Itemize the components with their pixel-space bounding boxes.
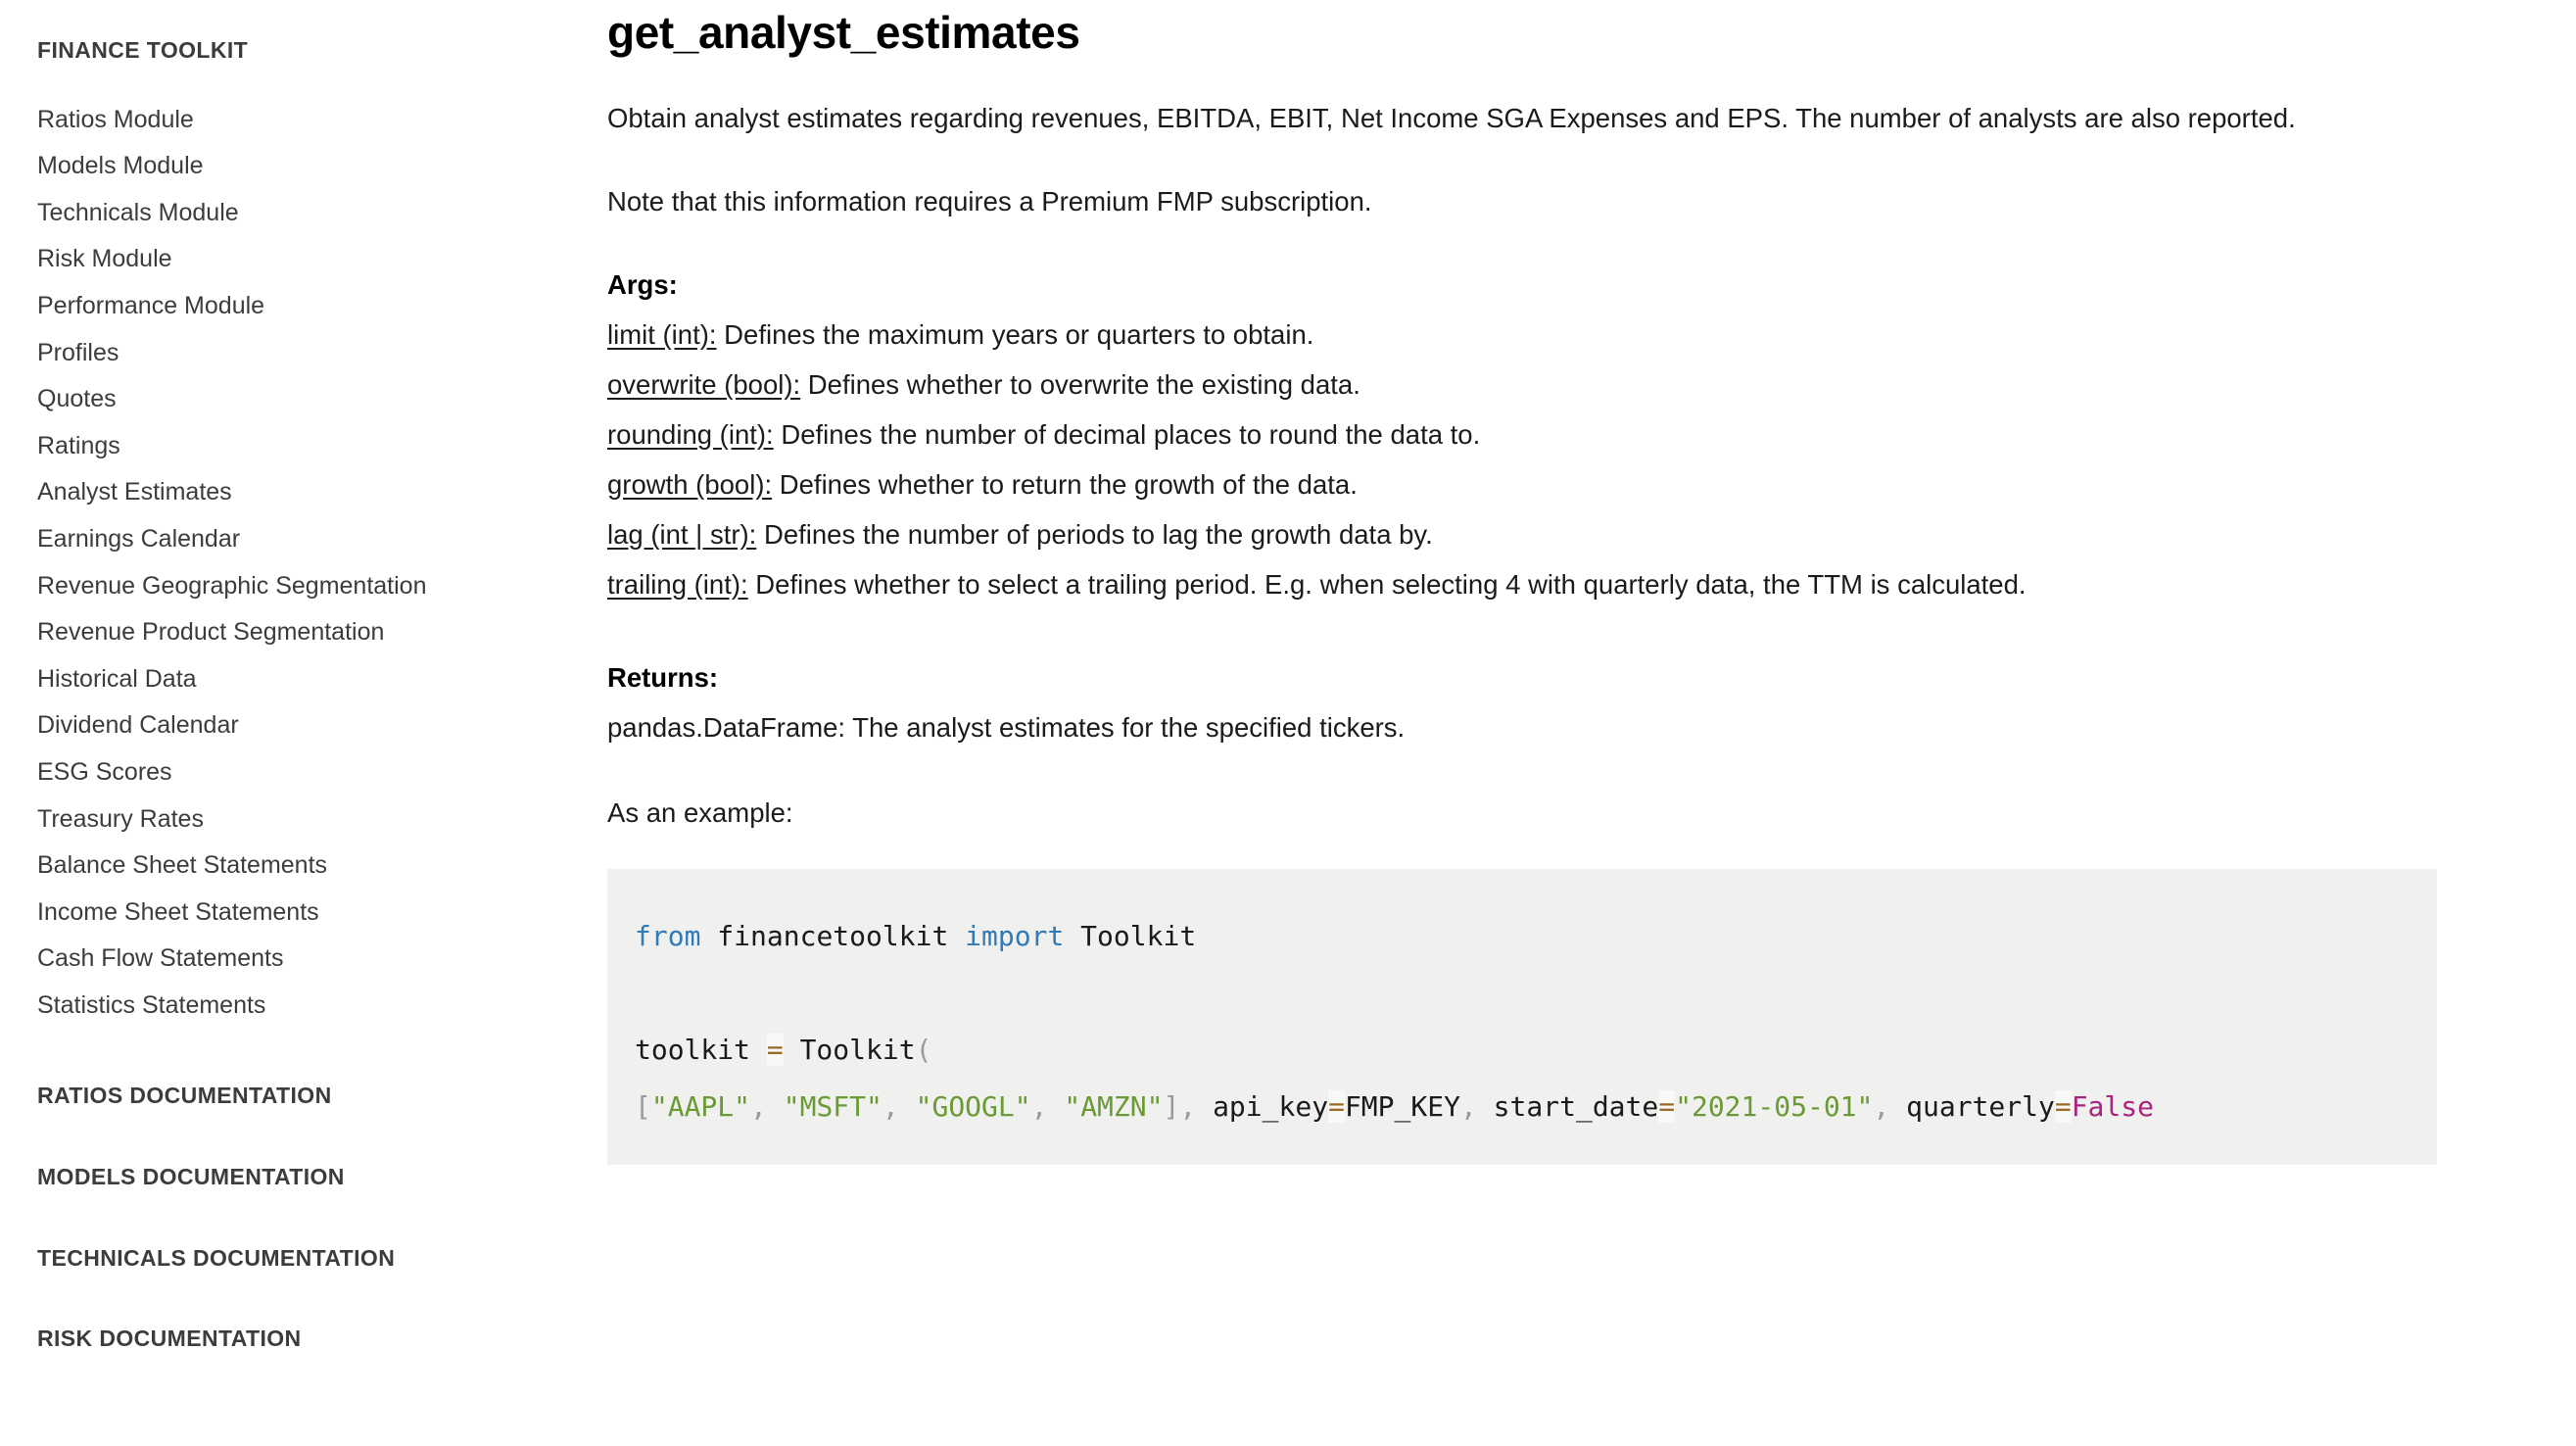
code-token-punc: , (1873, 1089, 1890, 1123)
code-token-op: = (1658, 1089, 1676, 1123)
arg-desc-lag: Defines the number of periods to lag the… (763, 518, 1433, 550)
code-tokens: from financetoolkit import Toolkit toolk… (635, 920, 2154, 1123)
code-token-str: "AMZN" (1064, 1089, 1164, 1123)
sidebar-item-revenue-product-segmentation[interactable]: Revenue Product Segmentation (37, 609, 588, 656)
arg-item-overwrite: overwrite (bool): Defines whether to ove… (607, 360, 2370, 410)
sidebar-item-income-sheet-statements[interactable]: Income Sheet Statements (37, 890, 588, 937)
arg-item-growth: growth (bool): Defines whether to return… (607, 459, 2370, 509)
code-token-bool: False (2071, 1089, 2154, 1123)
arg-name-limit: limit (int): (607, 318, 717, 350)
sidebar-item-ratios-module[interactable]: Ratios Module (37, 97, 588, 144)
sidebar-item-revenue-geographic-segmentation[interactable]: Revenue Geographic Segmentation (37, 563, 588, 610)
code-block-content[interactable]: from financetoolkit import Toolkit toolk… (635, 908, 2409, 1135)
sidebar-item-models-module[interactable]: Models Module (37, 143, 588, 190)
returns-description: pandas.DataFrame: The analyst estimates … (607, 711, 1406, 743)
arg-item-trailing: trailing (int): Defines whether to selec… (607, 559, 2370, 609)
code-token-plain: financetoolkit (700, 919, 966, 952)
sidebar-item-statistics-statements[interactable]: Statistics Statements (37, 983, 588, 1030)
code-token-plain: FMP_KEY (1344, 1089, 1460, 1123)
code-token-str: "GOOGL" (915, 1089, 1031, 1123)
arg-name-overwrite: overwrite (bool): (607, 368, 801, 400)
sidebar-section-models-documentation[interactable]: MODELS DOCUMENTATION (37, 1164, 588, 1191)
code-token-plain: quarterly (1889, 1089, 2055, 1123)
arg-desc-overwrite: Defines whether to overwrite the existin… (807, 368, 1360, 400)
sidebar-item-esg-scores[interactable]: ESG Scores (37, 749, 588, 796)
sidebar-item-historical-data[interactable]: Historical Data (37, 656, 588, 703)
arg-desc-rounding: Defines the number of decimal places to … (781, 418, 1481, 450)
args-heading: Args: (607, 268, 678, 300)
sidebar-item-analyst-estimates[interactable]: Analyst Estimates (37, 469, 588, 516)
code-token-op: = (766, 1033, 784, 1066)
returns-heading: Returns: (607, 661, 719, 693)
code-token-kw: from (635, 919, 701, 952)
code-token-op: = (2054, 1089, 2072, 1123)
sidebar-item-profiles[interactable]: Profiles (37, 330, 588, 377)
example-label: As an example: (607, 796, 793, 828)
arg-item-lag: lag (int | str): Defines the number of p… (607, 509, 2370, 559)
code-token-str: "MSFT" (783, 1089, 883, 1123)
code-token-punc: , (750, 1089, 767, 1123)
arg-name-growth: growth (bool): (607, 468, 773, 500)
sidebar-title-finance-toolkit: FINANCE TOOLKIT (37, 37, 249, 63)
code-token-punc: , (1179, 1089, 1197, 1123)
documentation-page: FINANCE TOOLKIT Ratios Module Models Mod… (0, 0, 2576, 1446)
code-token-plain: api_key (1196, 1089, 1329, 1123)
code-token-punc: [ (635, 1089, 651, 1123)
code-token-punc: , (1030, 1089, 1048, 1123)
sidebar-section-risk-documentation[interactable]: RISK DOCUMENTATION (37, 1326, 588, 1353)
sidebar-item-cash-flow-statements[interactable]: Cash Flow Statements (37, 936, 588, 983)
sidebar-nav-list: Ratios Module Models Module Technicals M… (37, 97, 588, 1030)
arg-name-lag: lag (int | str): (607, 518, 757, 550)
sidebar-item-performance-module[interactable]: Performance Module (37, 283, 588, 330)
sidebar: FINANCE TOOLKIT Ratios Module Models Mod… (0, 0, 588, 1446)
code-token-kw: import (965, 919, 1065, 952)
sidebar-item-risk-module[interactable]: Risk Module (37, 236, 588, 283)
arg-desc-limit: Defines the maximum years or quarters to… (724, 318, 1314, 350)
code-token-plain: Toolkit (783, 1033, 916, 1066)
arg-item-rounding: rounding (int): Defines the number of de… (607, 410, 2370, 459)
arg-name-trailing: trailing (int): (607, 568, 748, 600)
sidebar-item-earnings-calendar[interactable]: Earnings Calendar (37, 516, 588, 563)
premium-note-paragraph: Note that this information requires a Pr… (607, 185, 1372, 217)
sidebar-item-ratings[interactable]: Ratings (37, 423, 588, 470)
sidebar-section-technicals-documentation[interactable]: TECHNICALS DOCUMENTATION (37, 1245, 588, 1273)
code-token-str: "AAPL" (650, 1089, 751, 1123)
code-token-punc: , (1459, 1089, 1477, 1123)
code-token-op: = (1328, 1089, 1345, 1123)
sidebar-section-ratios-documentation[interactable]: RATIOS DOCUMENTATION (37, 1083, 588, 1110)
code-token-punc: , (882, 1089, 899, 1123)
sidebar-item-quotes[interactable]: Quotes (37, 376, 588, 423)
sidebar-item-dividend-calendar[interactable]: Dividend Calendar (37, 702, 588, 749)
code-token-punc: ( (915, 1033, 932, 1066)
code-token-plain: toolkit (635, 1033, 767, 1066)
code-token-str: "2021-05-01" (1675, 1089, 1874, 1123)
arg-desc-trailing: Defines whether to select a trailing per… (755, 568, 2027, 600)
code-token-plain: Toolkit (1080, 919, 1197, 952)
code-token-plain: start_date (1476, 1089, 1659, 1123)
sidebar-item-treasury-rates[interactable]: Treasury Rates (37, 796, 588, 844)
sidebar-item-balance-sheet-statements[interactable]: Balance Sheet Statements (37, 843, 588, 890)
arg-item-limit: limit (int): Defines the maximum years o… (607, 310, 2370, 360)
args-list: limit (int): Defines the maximum years o… (607, 310, 2458, 609)
intro-paragraph: Obtain analyst estimates regarding reven… (607, 102, 2296, 133)
main-content: get_analyst_estimates Obtain analyst est… (588, 0, 2576, 1446)
arg-name-rounding: rounding (int): (607, 418, 774, 450)
page-title: get_analyst_estimates (607, 7, 1080, 58)
code-block[interactable]: from financetoolkit import Toolkit toolk… (607, 868, 2437, 1165)
arg-desc-growth: Defines whether to return the growth of … (779, 468, 1358, 500)
code-token-punc: ] (1163, 1089, 1180, 1123)
sidebar-item-technicals-module[interactable]: Technicals Module (37, 190, 588, 237)
